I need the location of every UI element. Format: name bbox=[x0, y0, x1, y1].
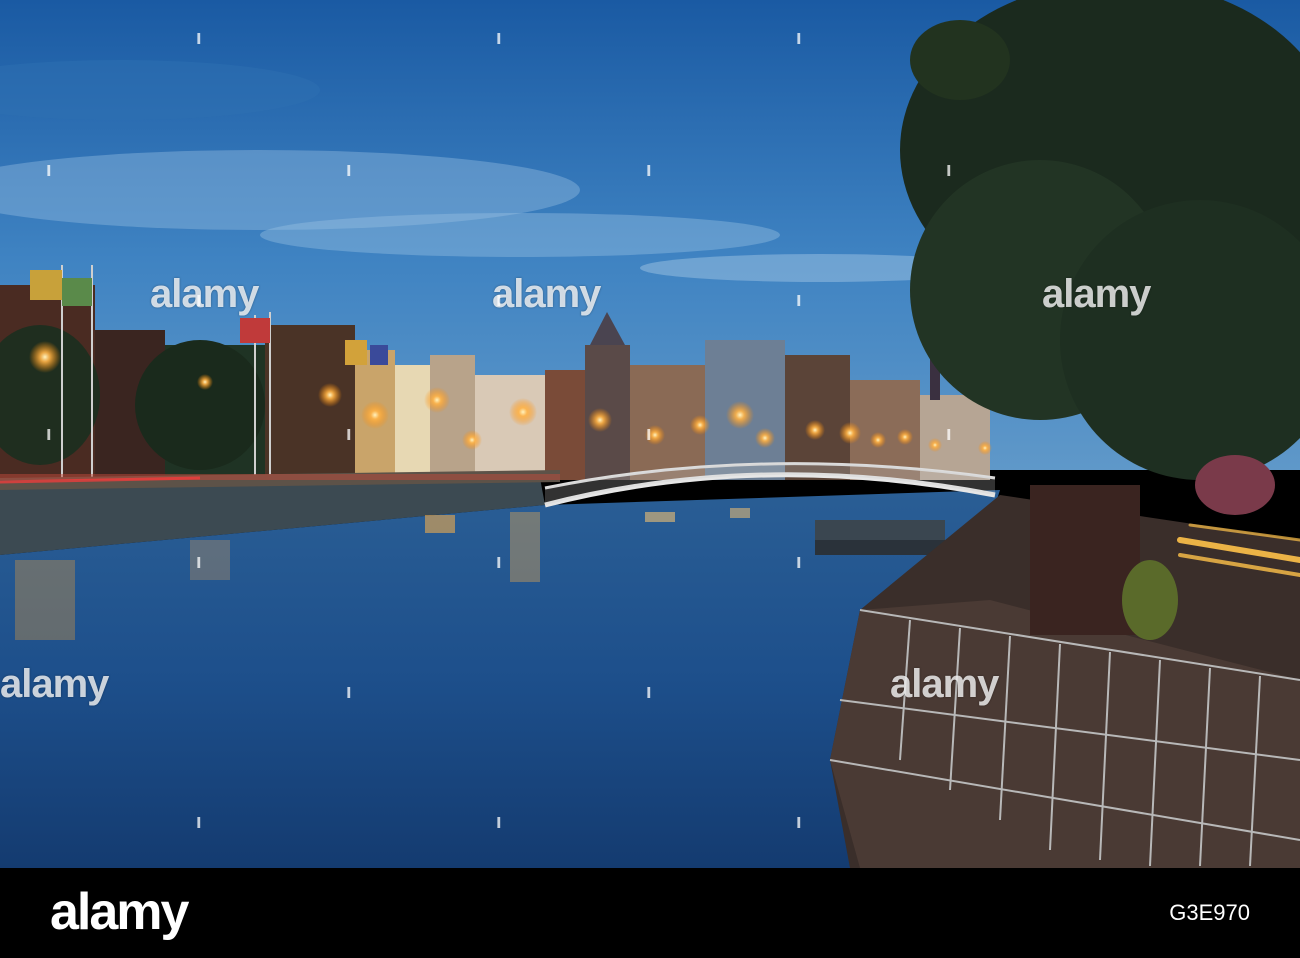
watermark-dot: ı bbox=[496, 551, 502, 573]
watermark-dot: ı bbox=[796, 27, 802, 49]
watermark: alamy bbox=[1042, 272, 1151, 316]
watermark: alamy bbox=[150, 272, 259, 316]
footer-bar: alamy G3E970 bbox=[0, 868, 1300, 958]
watermark-dot: ı bbox=[646, 159, 652, 181]
watermark: alamy bbox=[492, 272, 601, 316]
watermark-dot: ı bbox=[646, 681, 652, 703]
watermark-dot: ı bbox=[646, 423, 652, 445]
image-id: G3E970 bbox=[1169, 900, 1250, 925]
alamy-logo: alamy bbox=[50, 883, 189, 941]
watermark: alamy bbox=[890, 662, 999, 706]
watermark-dot: ı bbox=[496, 811, 502, 833]
watermark: alamy bbox=[0, 662, 109, 706]
watermark-dot: ı bbox=[196, 551, 202, 573]
watermark-dot: ı bbox=[46, 423, 52, 445]
watermark-dot: ı bbox=[796, 811, 802, 833]
watermark-dot: ı bbox=[796, 551, 802, 573]
watermark-dot: ı bbox=[496, 289, 502, 311]
watermark-dot: ı bbox=[346, 423, 352, 445]
watermark-dot: ı bbox=[196, 27, 202, 49]
watermark-dot: ı bbox=[196, 289, 202, 311]
watermark-dot: ı bbox=[796, 289, 802, 311]
watermark-dot: ı bbox=[496, 27, 502, 49]
watermark-dot: ı bbox=[346, 681, 352, 703]
watermark-dot: ı bbox=[946, 423, 952, 445]
watermark-dot: ı bbox=[196, 811, 202, 833]
watermark-dot: ı bbox=[346, 159, 352, 181]
watermark-dot: ı bbox=[946, 159, 952, 181]
watermark-dot: ı bbox=[46, 159, 52, 181]
river-night-photo: alamy alamy alamy alamy alamy ı ı ı ı ı … bbox=[0, 0, 1300, 868]
